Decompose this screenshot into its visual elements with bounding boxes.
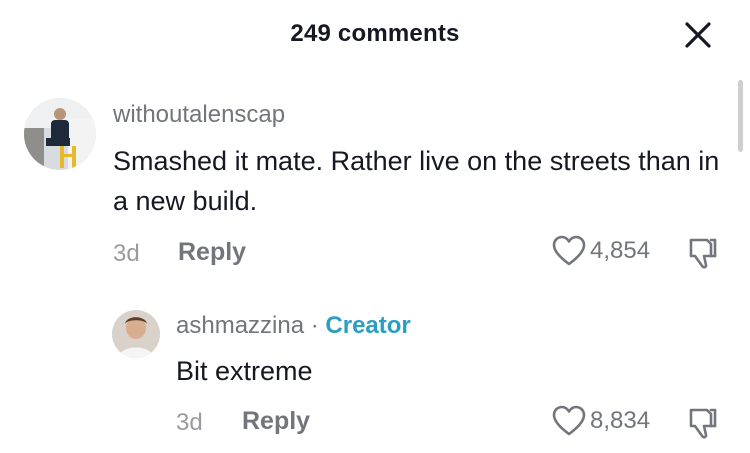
like-count: 8,834 [590, 407, 651, 434]
dislike-button[interactable] [685, 236, 719, 275]
scrollbar[interactable] [738, 80, 743, 152]
thumbs-down-icon [689, 408, 717, 439]
dislike-button[interactable] [685, 406, 719, 445]
heart-icon [552, 405, 586, 436]
comment-username-line: ashmazzina · Creator [176, 312, 411, 340]
separator: · [310, 312, 319, 339]
page-title: 249 comments [290, 20, 460, 47]
comment-text: Bit extreme [176, 356, 313, 386]
creator-badge: Creator [325, 312, 411, 339]
heart-icon [552, 235, 586, 266]
reply-button[interactable]: Reply [178, 238, 246, 267]
comment-time: 3d [176, 409, 203, 436]
close-icon [685, 22, 711, 48]
reply-button[interactable]: Reply [242, 407, 310, 436]
avatar[interactable] [112, 310, 160, 358]
like-count: 4,854 [590, 237, 651, 264]
comment-username[interactable]: withoutalenscap [113, 101, 285, 129]
like-button[interactable]: 8,834 [552, 405, 650, 437]
close-button[interactable] [683, 20, 713, 50]
comment-text: Smashed it mate. Rather live on the stre… [113, 146, 720, 216]
avatar[interactable] [24, 98, 96, 170]
like-button[interactable]: 4,854 [552, 235, 650, 267]
thumbs-down-icon [689, 238, 717, 269]
comment-time: 3d [113, 240, 140, 267]
comment-username[interactable]: ashmazzina [176, 312, 304, 339]
